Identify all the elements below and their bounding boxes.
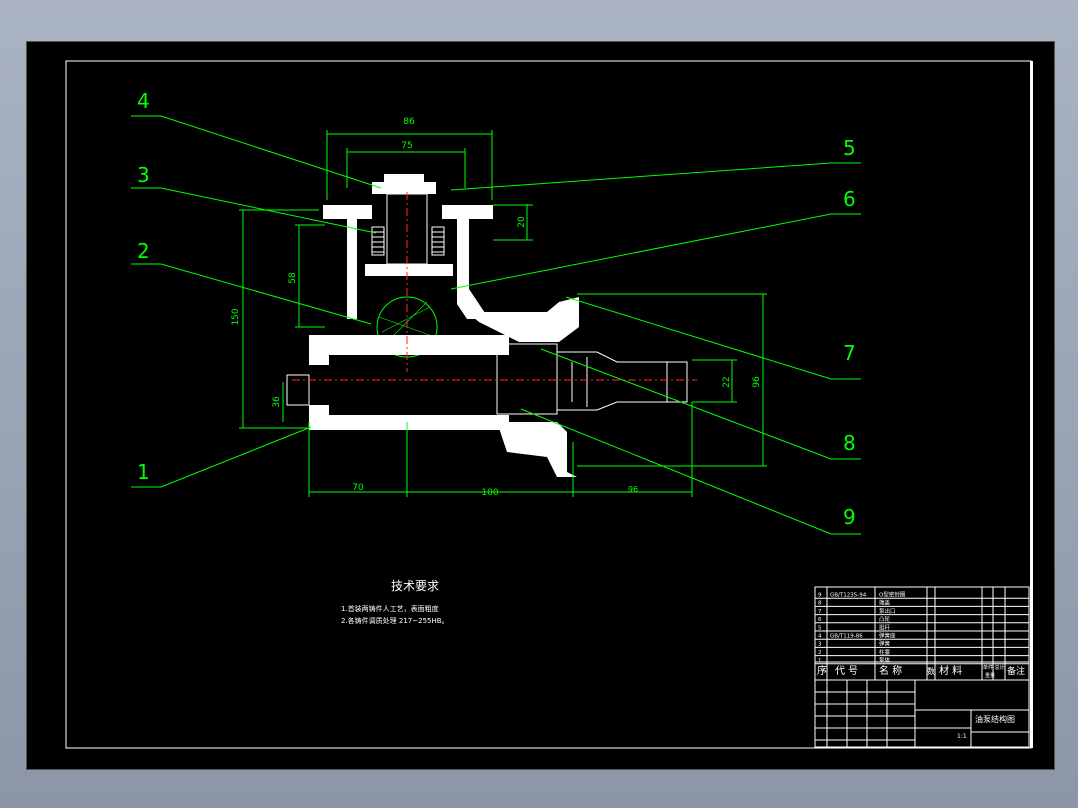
- callout-7: 7: [843, 341, 856, 365]
- outlet-lower: [497, 422, 577, 477]
- dim-spring: 58: [288, 272, 298, 284]
- frame-thick-edge: [1030, 61, 1033, 748]
- parts-row-name: 弹簧座: [879, 632, 896, 640]
- drawing-sheet: 86 75 20 58 150 36 70 100 96 22 96 4 5 3…: [26, 41, 1055, 770]
- parts-row-name: 弹簧: [879, 640, 891, 648]
- parts-row-no: 3: [818, 642, 822, 648]
- parts-row-no: 7: [818, 609, 822, 615]
- dim-outlet: 22: [722, 376, 732, 387]
- parts-row-code: GB/T1235-94: [830, 593, 867, 599]
- parts-row-name: 泵出口: [879, 607, 896, 615]
- callout-9: 9: [843, 505, 856, 529]
- parts-row-name: O型密封圈: [879, 591, 906, 599]
- parts-row-name: 凸轮: [879, 615, 891, 623]
- header-weight: 单件 总计: [983, 664, 1005, 671]
- header-material: 材 料: [939, 664, 962, 677]
- parts-row-code: GB/T119-86: [830, 634, 863, 640]
- dim-bottom-mid: 100: [481, 488, 498, 498]
- drawing-name: 油泵结构图: [975, 714, 1015, 724]
- dim-bottom-left: 70: [352, 483, 364, 493]
- parts-row-no: 4: [818, 634, 822, 640]
- parts-row-no: 8: [818, 601, 822, 607]
- callout-1: 1: [137, 460, 150, 484]
- notes-line-2: 2.各铸件调质处理 217~255HB。: [341, 616, 449, 625]
- header-name: 名 称: [879, 664, 902, 677]
- parts-row-no: 1: [818, 658, 822, 664]
- dimensions: 86 75 20 58 150 36 70 100 96 22 96: [231, 117, 767, 498]
- dim-flange: 20: [517, 216, 527, 228]
- parts-row-name: 端盖: [879, 599, 891, 607]
- parts-row-no: 5: [818, 625, 822, 631]
- parts-row-no: 9: [818, 593, 822, 599]
- spring: [371, 226, 445, 256]
- notes-title: 技术要求: [391, 579, 439, 593]
- callout-6: 6: [843, 187, 856, 211]
- housing-left-wall: [347, 219, 357, 319]
- dim-right: 96: [752, 376, 762, 388]
- header-code: 代 号: [835, 665, 858, 677]
- callout-5: 5: [843, 136, 856, 160]
- spring-seat: [365, 264, 453, 276]
- dim-top-inner: 75: [401, 141, 412, 151]
- body-bottom: [309, 405, 509, 430]
- parts-row-name: 挺杆: [879, 623, 891, 631]
- header-qty: 数: [927, 666, 935, 676]
- dim-bore: 36: [272, 396, 282, 408]
- parts-row-name: 泵体: [879, 656, 891, 664]
- callout-4: 4: [137, 89, 150, 113]
- top-cap: [372, 174, 436, 194]
- housing-right-wall: [457, 219, 489, 319]
- parts-list: 9 GB/T1235-94 O型密封圈 8 端盖 7 泵出口 6 凸轮 5 挺杆 4 GB/T119-8…: [815, 591, 1029, 665]
- notes-line-1: 1.首装两铸件人工艺，表面粗度: [341, 604, 439, 613]
- parts-row-no: 6: [818, 617, 822, 623]
- parts-row-name: 柱塞: [879, 648, 891, 656]
- callout-2: 2: [137, 239, 150, 263]
- header-remark: 备注: [1007, 665, 1025, 677]
- callout-8: 8: [843, 431, 856, 455]
- dim-bottom-right: 96: [628, 485, 638, 494]
- body-top: [309, 335, 509, 365]
- dim-top-outer: 86: [403, 117, 415, 127]
- header-weight-sub: 重量: [985, 672, 995, 679]
- header-seq: 序: [817, 664, 827, 677]
- callout-3: 3: [137, 163, 150, 187]
- title-block: 9 GB/T1235-94 O型密封圈 8 端盖 7 泵出口 6 凸轮 5 挺杆 4 GB/T119-8…: [814, 586, 1030, 748]
- parts-row-no: 2: [818, 650, 822, 656]
- pump-section: [286, 174, 697, 477]
- dim-overall: 150: [231, 308, 241, 325]
- scale: 1:1: [957, 733, 967, 740]
- cad-drawing: 86 75 20 58 150 36 70 100 96 22 96 4 5 3…: [65, 60, 1033, 749]
